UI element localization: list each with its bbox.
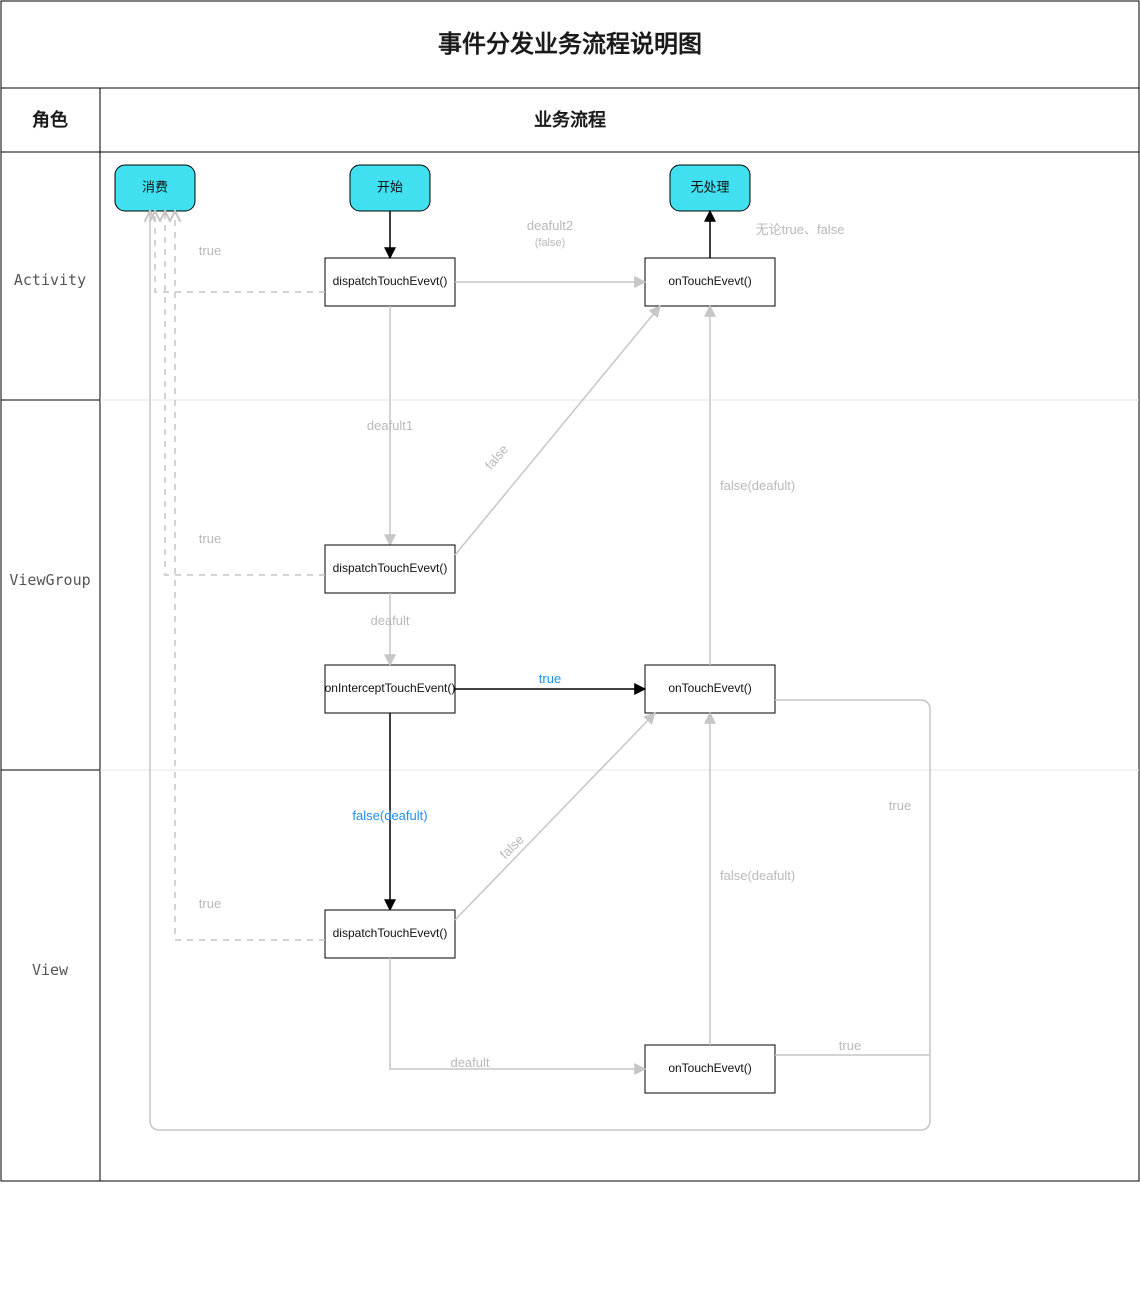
- terminal-nohandle-label: 无处理: [690, 179, 729, 194]
- lbl-view-ontouch-true: true: [839, 1038, 861, 1053]
- lbl-intercept-false: false(deafult): [352, 808, 427, 823]
- lbl-vg-false-up: false: [482, 442, 511, 473]
- node-vg-ontouch-label: onTouchEvevt(): [668, 681, 751, 695]
- lbl-deafult2: deafult2: [527, 218, 573, 233]
- lbl-vg-true: true: [199, 531, 221, 546]
- col-header-role: 角色: [32, 109, 68, 130]
- edge-activity-dispatch-true-to-consume: [155, 211, 325, 292]
- node-vg-dispatch-label: dispatchTouchEvevt(): [333, 561, 448, 575]
- edge-view-dispatch-to-ontouch: [390, 958, 645, 1069]
- edge-vg-dispatch-true-to-consume: [165, 211, 325, 575]
- lbl-view-ontouch-up: false(deafult): [720, 868, 795, 883]
- node-activity-dispatch-label: dispatchTouchEvevt(): [333, 274, 448, 288]
- node-view-dispatch-label: dispatchTouchEvevt(): [333, 926, 448, 940]
- lbl-vg-ontouch-up: false(deafult): [720, 478, 795, 493]
- node-vg-intercept-label: onInterceptTouchEvent(): [325, 681, 456, 695]
- node-view-ontouch-label: onTouchEvevt(): [668, 1061, 751, 1075]
- terminal-consume-label: 消费: [142, 179, 168, 194]
- col-header-flow: 业务流程: [534, 109, 606, 130]
- diagram-title: 事件分发业务流程说明图: [438, 30, 702, 58]
- lbl-nohandle-note: 无论true、false: [756, 222, 845, 237]
- lbl-deafult2-sub: (false): [535, 237, 566, 249]
- edge-view-dispatch-false-up: [455, 713, 655, 920]
- lbl-vg-deafult: deafult: [370, 613, 409, 628]
- lbl-view-false-up: false: [497, 832, 527, 862]
- row-header-view: View: [32, 961, 69, 979]
- row-header-viewgroup: ViewGroup: [9, 571, 90, 589]
- lbl-activity-true: true: [199, 243, 221, 258]
- node-activity-ontouch-label: onTouchEvevt(): [668, 274, 751, 288]
- lbl-intercept-true: true: [539, 671, 561, 686]
- lbl-view-true: true: [199, 896, 221, 911]
- lbl-vg-ontouch-true: true: [889, 798, 911, 813]
- edge-vg-dispatch-false-up: [455, 306, 660, 555]
- terminal-start-label: 开始: [377, 179, 403, 194]
- lbl-view-deafult: deafult: [450, 1055, 489, 1070]
- row-header-activity: Activity: [14, 271, 86, 289]
- lbl-deafult1: deafult1: [367, 418, 413, 433]
